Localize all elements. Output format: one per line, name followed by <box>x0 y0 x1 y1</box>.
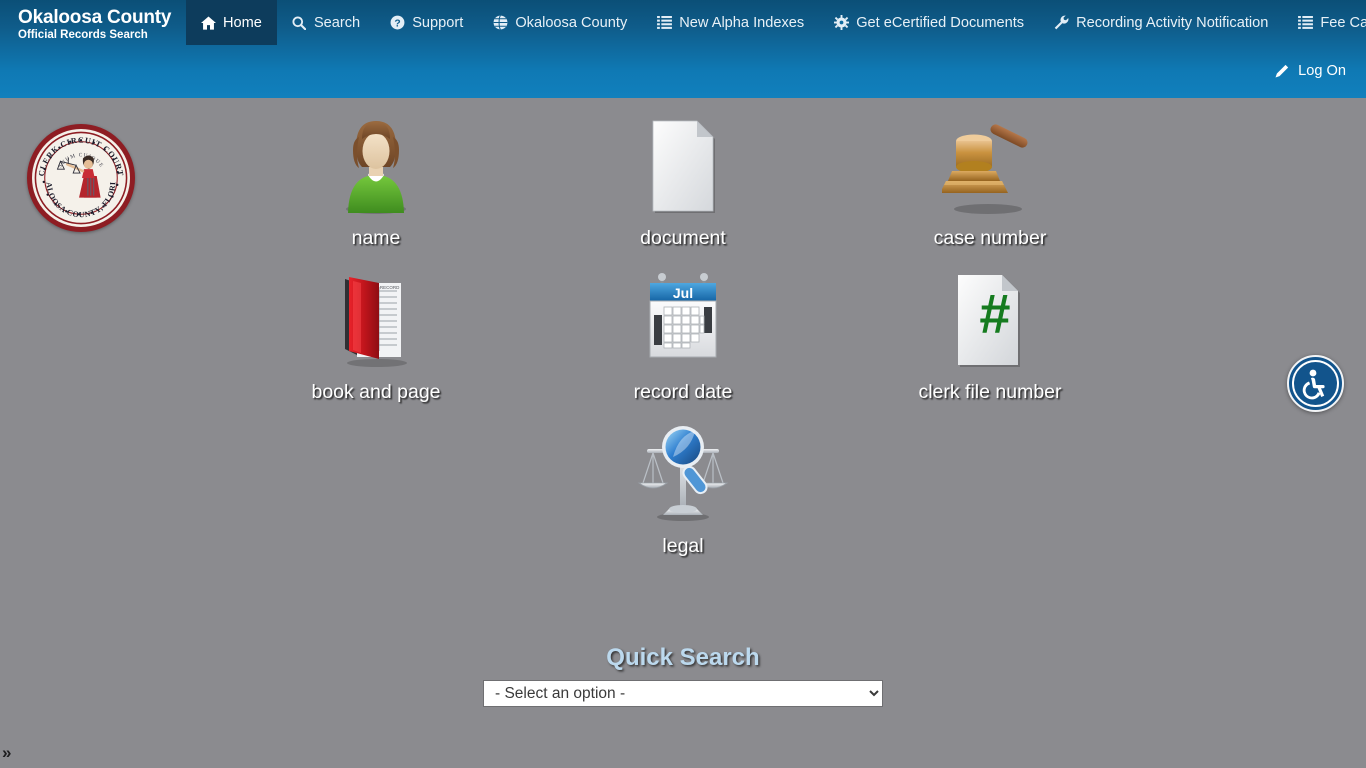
tile-legal[interactable]: legal <box>530 418 837 558</box>
tile-label-case-number: case number <box>933 227 1047 249</box>
brand-title: Okaloosa County <box>18 7 172 28</box>
scales-magnifier-icon <box>631 418 735 530</box>
tile-row-1: name document case number <box>0 110 1366 250</box>
list-icon <box>1298 15 1314 30</box>
nav-label-search: Search <box>313 14 361 31</box>
question-circle-icon: ? <box>390 15 405 30</box>
nav-item-support[interactable]: ? Support <box>375 0 478 45</box>
nav-item-fee-calculator[interactable]: Fee Calculator <box>1283 0 1366 45</box>
nav-item-recording-activity-notification[interactable]: Recording Activity Notification <box>1039 0 1283 45</box>
nav-item-search[interactable]: Search <box>277 0 375 45</box>
home-icon <box>201 15 216 30</box>
tile-label-clerk-file-number: clerk file number <box>918 381 1062 403</box>
expand-footer-chevron[interactable]: » <box>2 744 11 761</box>
accessibility-ring <box>1292 360 1339 407</box>
book-icon: OFFICIAL RECORD <box>331 264 421 376</box>
nav-label-fee-calculator: Fee Calculator <box>1320 14 1366 31</box>
brand-subtitle: Official Records Search <box>18 28 148 41</box>
wrench-icon <box>1054 15 1069 30</box>
quick-search-title: Quick Search <box>606 644 760 671</box>
log-on-label: Log On <box>1298 63 1346 79</box>
nav-label-recording-activity-notification: Recording Activity Notification <box>1076 14 1269 31</box>
hash-document-icon: # <box>950 264 1030 376</box>
globe-icon <box>493 15 508 30</box>
calendar-icon: Jul <box>640 264 726 376</box>
nav-item-get-ecertified-documents[interactable]: Get eCertified Documents <box>819 0 1039 45</box>
log-on-button[interactable]: Log On <box>1274 63 1346 79</box>
tile-book-and-page[interactable]: OFFICIAL RECORD book and page <box>223 264 530 404</box>
tile-label-record-date: record date <box>633 381 733 403</box>
nav-label-home: Home <box>223 14 262 31</box>
pencil-icon <box>1274 64 1289 79</box>
nav-label-new-alpha-indexes: New Alpha Indexes <box>679 14 805 31</box>
nav-item-new-alpha-indexes[interactable]: New Alpha Indexes <box>642 0 819 45</box>
nav-label-get-ecertified-documents: Get eCertified Documents <box>856 14 1025 31</box>
gear-icon <box>834 15 850 30</box>
tile-label-legal: legal <box>662 535 704 557</box>
quick-search-section: Quick Search - Select an option - <box>0 644 1366 707</box>
tile-label-book-and-page: book and page <box>311 381 441 403</box>
nav-item-home[interactable]: Home <box>186 0 277 45</box>
nav-label-support: Support <box>412 14 464 31</box>
document-icon <box>645 110 721 222</box>
quick-search-select[interactable]: - Select an option - <box>483 680 883 707</box>
top-navbar: Okaloosa County Official Records Search … <box>0 0 1366 98</box>
tile-clerk-file-number[interactable]: # clerk file number <box>837 264 1144 404</box>
tile-row-2: OFFICIAL RECORD book and page <box>0 264 1366 404</box>
tile-row-3: legal <box>0 418 1366 558</box>
wheelchair-icon <box>1302 369 1325 399</box>
tile-document[interactable]: document <box>530 110 837 250</box>
search-icon <box>292 15 307 30</box>
tile-label-document: document <box>640 227 726 249</box>
gavel-icon <box>942 110 1038 222</box>
person-icon <box>340 110 412 222</box>
calendar-month-label: Jul <box>673 285 693 301</box>
tile-name[interactable]: name <box>223 110 530 250</box>
nav-item-list: Home Search ? Support Okaloosa County Ne… <box>186 0 1366 45</box>
brand-logo[interactable]: Okaloosa County Official Records Search <box>18 8 171 41</box>
tile-label-name: name <box>351 227 401 249</box>
svg-text:#: # <box>979 282 1010 345</box>
nav-item-okaloosa-county[interactable]: Okaloosa County <box>478 0 642 45</box>
list-icon <box>657 15 673 30</box>
search-tile-grid: name document case number RECORD book an… <box>0 110 1366 572</box>
tile-case-number[interactable]: case number <box>837 110 1144 250</box>
accessibility-widget-button[interactable] <box>1287 355 1344 412</box>
svg-text:?: ? <box>395 18 401 29</box>
nav-label-okaloosa-county: Okaloosa County <box>515 14 628 31</box>
tile-record-date[interactable]: Jul record date <box>530 264 837 404</box>
